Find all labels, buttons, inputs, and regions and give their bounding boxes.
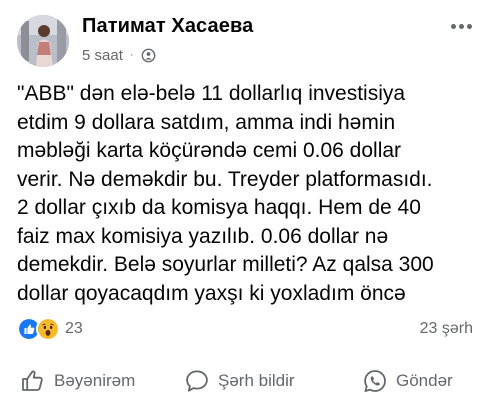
more-options-button[interactable] <box>443 12 479 40</box>
post-actions-bar: Bəyənirəm Şərh bildir Göndər <box>0 364 490 398</box>
comment-label: Şərh bildir <box>218 371 295 390</box>
post-text-line: məbləği karta köçürəndə cemi 0.06 dollar <box>17 139 402 162</box>
more-options-dot <box>466 23 472 29</box>
post-text-line: verir. Nə deməkdir bu. Treyder platforma… <box>17 167 433 191</box>
post-card: Патимат Хасаева 5 saat · "ABB" dən elə-b… <box>0 0 490 410</box>
send-label: Göndər <box>396 371 453 390</box>
post-text-line: faiz max komisiya yazılıb. 0.06 dollar n… <box>17 224 389 248</box>
post-text: "ABB" dən elə-belə 11 dollarlıq investis… <box>17 80 479 308</box>
meta-separator: · <box>129 49 134 61</box>
post-text-line: "ABB" dən elə-belə 11 dollarlıq investis… <box>17 82 406 105</box>
post-meta: 5 saat · <box>82 45 156 65</box>
comments-count-link[interactable]: 23 şərh <box>420 316 473 342</box>
send-button[interactable]: Göndər <box>362 364 453 398</box>
profile-photo-icon <box>17 15 69 67</box>
friends-audience-icon[interactable] <box>141 48 156 63</box>
wow-reaction-icon <box>36 317 60 341</box>
more-options-icon <box>450 23 456 29</box>
post-text-line: dollar qoyacaqdım yaxşı ki yoxladım öncə <box>17 281 406 305</box>
author-avatar[interactable] <box>17 15 69 67</box>
comment-button[interactable]: Şərh bildir <box>184 364 295 398</box>
whatsapp-icon <box>364 370 386 392</box>
author-name[interactable]: Патимат Хасаева <box>82 15 253 38</box>
reactions-summary[interactable]: 23 <box>17 316 83 342</box>
post-time[interactable]: 5 saat <box>82 47 123 64</box>
post-text-line: demekdir. Belə soyurlar milleti? Az qals… <box>17 253 434 276</box>
more-options-dot <box>458 23 464 29</box>
reactions-count: 23 <box>65 320 83 337</box>
post-text-line: etdim 9 dollara satdım, amma indi həmin <box>17 110 396 134</box>
post-text-line: 2 dollar çıxıb da komisya haqqı. Hem de … <box>17 196 421 219</box>
comment-icon <box>186 370 208 392</box>
like-icon <box>22 370 43 391</box>
like-label: Bəyənirəm <box>54 371 136 390</box>
like-button[interactable]: Bəyənirəm <box>20 364 135 398</box>
